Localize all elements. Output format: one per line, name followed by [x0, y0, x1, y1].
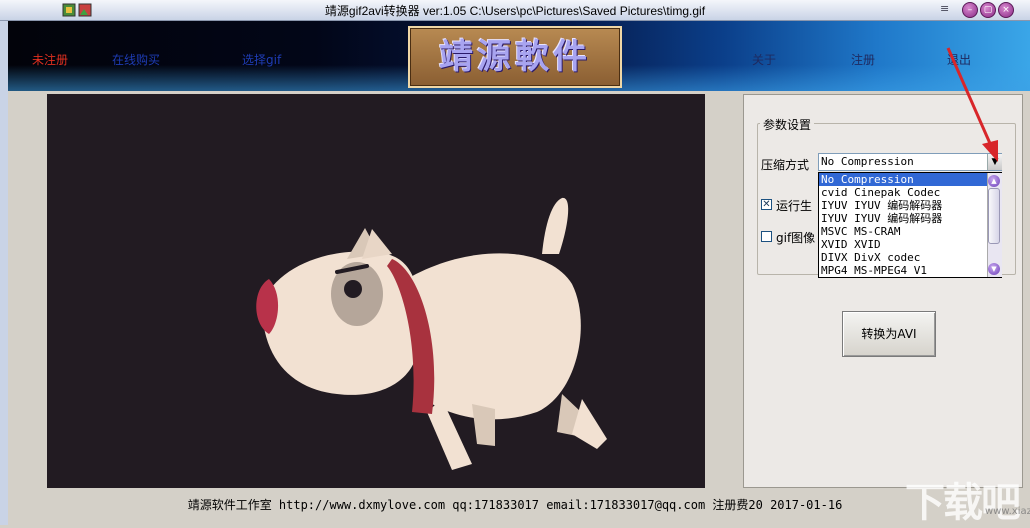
convert-to-avi-button[interactable]: 转换为AVI [842, 311, 936, 357]
dropdown-option[interactable]: MSVC MS-CRAM [819, 225, 987, 238]
compress-select-value: No Compression [821, 155, 914, 168]
dropdown-option[interactable]: DIVX DivX codec [819, 251, 987, 264]
nav-select-gif[interactable]: 选择gif [242, 51, 281, 68]
annotation-arrow [946, 47, 998, 162]
dropdown-option[interactable]: cvid Cinepak Codec [819, 186, 987, 199]
dog-image [256, 197, 607, 470]
run-checkbox[interactable]: ✕ [761, 199, 772, 210]
run-checkbox-label: 运行生 [776, 199, 813, 213]
nav-unregistered[interactable]: 未注册 [32, 51, 68, 68]
banner: 未注册 在线购买 选择gif 靖源軟件 关于 注册 退出 [8, 21, 1030, 91]
nav-about[interactable]: 关于 [752, 51, 776, 68]
nav-register[interactable]: 注册 [851, 51, 875, 68]
watermark: 下载吧 [905, 480, 1021, 526]
compress-label: 压缩方式 [761, 158, 810, 172]
footer-info: 靖源软件工作室 http://www.dxmylove.com qq:17183… [187, 498, 843, 512]
minimize-button[interactable]: – [962, 2, 978, 18]
watermark-url: www.xiazaiba.com [985, 506, 1030, 517]
compress-dropdown-list: No Compression cvid Cinepak Codec IYUV I… [818, 172, 1002, 278]
window-title: 靖源gif2avi转换器 ver:1.05 C:\Users\pc\Pictur… [324, 4, 706, 18]
gif-checkbox-label: gif图像 [776, 231, 816, 245]
dropdown-option[interactable]: No Compression [819, 173, 987, 186]
gif-checkbox[interactable] [761, 231, 772, 242]
window-menu-icon[interactable]: ≡ [940, 3, 956, 15]
dropdown-option[interactable]: IYUV IYUV 编码解码器 [819, 212, 987, 225]
scroll-up-icon[interactable]: ▲ [988, 175, 1000, 187]
scroll-down-icon[interactable]: ▼ [988, 263, 1000, 275]
dropdown-option[interactable]: XVID XVID [819, 238, 987, 251]
window-border [0, 21, 8, 525]
gif-preview [47, 94, 705, 488]
maximize-button[interactable]: ▢ [980, 2, 996, 18]
logo: 靖源軟件 [408, 26, 622, 88]
scroll-thumb[interactable] [988, 188, 1000, 244]
dropdown-option[interactable]: IYUV IYUV 编码解码器 [819, 199, 987, 212]
title-bar: 靖源gif2avi转换器 ver:1.05 C:\Users\pc\Pictur… [0, 0, 1030, 21]
nav-buy-online[interactable]: 在线购买 [112, 51, 160, 68]
params-group-title: 参数设置 [760, 116, 815, 133]
dropdown-option[interactable]: MPG4 MS-MPEG4 V1 [819, 264, 987, 277]
close-button[interactable]: × [998, 2, 1014, 18]
